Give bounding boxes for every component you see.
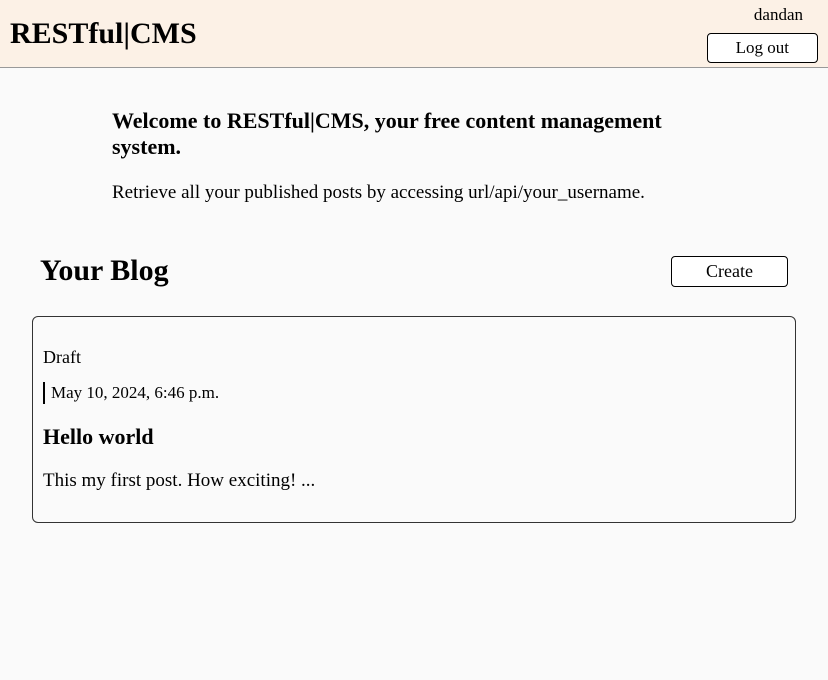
post-date: May 10, 2024, 6:46 p.m. xyxy=(51,383,219,403)
page-header: RESTful|CMS dandan Log out xyxy=(0,0,828,68)
post-date-row: May 10, 2024, 6:46 p.m. xyxy=(43,382,785,404)
username-display: dandan xyxy=(754,1,818,25)
post-title: Hello world xyxy=(43,424,785,450)
intro-text: Retrieve all your published posts by acc… xyxy=(112,182,716,204)
blog-title: Your Blog xyxy=(40,254,169,288)
create-button[interactable]: Create xyxy=(671,256,788,287)
post-date-bar-icon xyxy=(43,382,45,404)
blog-header: Your Blog Create xyxy=(0,224,828,308)
post-status: Draft xyxy=(43,347,785,368)
post-card[interactable]: Draft May 10, 2024, 6:46 p.m. Hello worl… xyxy=(32,316,796,523)
post-excerpt: This my first post. How exciting! ... xyxy=(43,470,785,492)
site-title: RESTful|CMS xyxy=(10,17,197,51)
intro-section: Welcome to RESTful|CMS, your free conten… xyxy=(0,68,828,224)
intro-heading: Welcome to RESTful|CMS, your free conten… xyxy=(112,108,716,160)
logout-button[interactable]: Log out xyxy=(707,33,818,63)
header-right: dandan Log out xyxy=(707,1,818,67)
